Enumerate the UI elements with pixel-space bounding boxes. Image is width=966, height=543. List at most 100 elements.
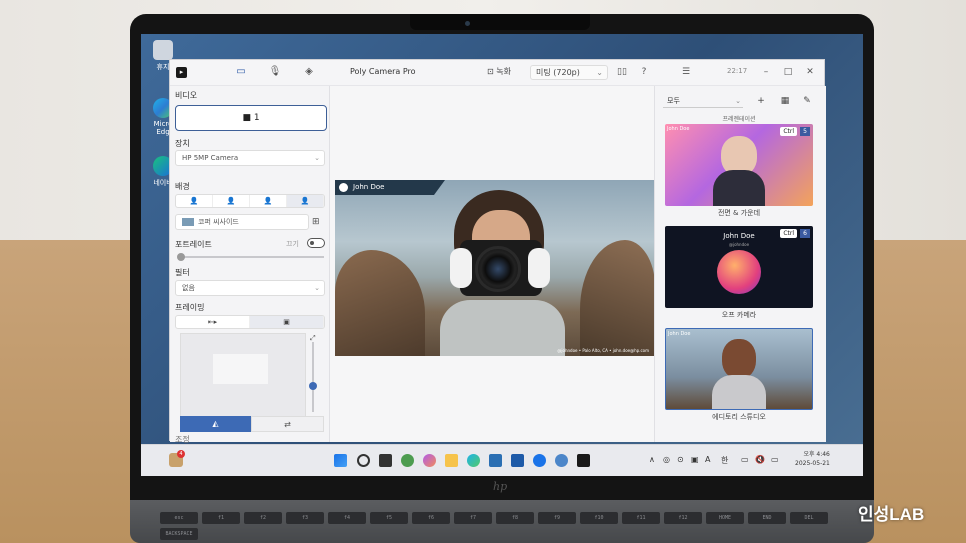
glove-left	[450, 248, 472, 288]
scene-tile-front[interactable]: John Doe Ctrl 5	[665, 124, 813, 206]
poly-camera-taskbar-icon[interactable]	[577, 454, 590, 467]
mirror-segment[interactable]: ◭ ⇄	[180, 416, 324, 432]
mirror-icon[interactable]: ◭	[180, 416, 251, 432]
help-icon[interactable]: ?	[638, 66, 650, 78]
background-image-dropdown[interactable]: 코퍼 씨사이드	[175, 214, 309, 230]
bg-image-icon[interactable]: 👤	[287, 195, 324, 207]
keyboard-key: f6	[412, 512, 450, 524]
start-icon[interactable]	[334, 454, 347, 467]
keyboard-key: f3	[286, 512, 324, 524]
background-thumbnail	[182, 218, 194, 226]
taskbar-clock[interactable]: 오후 4:46 2025-05-21	[795, 450, 830, 468]
shortcut-badge: Ctrl	[780, 229, 797, 238]
split-view-icon[interactable]: ▯▯	[616, 66, 628, 78]
portrait-slider[interactable]	[177, 253, 324, 261]
zoom-slider[interactable]	[309, 342, 317, 412]
edge-icon[interactable]	[467, 454, 480, 467]
tab-video[interactable]: ▭	[234, 66, 248, 78]
keyboard-key: f11	[622, 512, 660, 524]
settings-panel: 비디오 ■ 1 장치 HP 5MP Camera ⌄ 배경 👤 👤 👤 👤 코퍼 …	[170, 86, 330, 444]
app-logo-icon: ▸	[176, 67, 187, 78]
title-bar: ▸ ▭ 🎙 ◈ Poly Camera Pro ⊡ 녹화 미팅 (720p) ⌄…	[170, 60, 824, 86]
search-icon[interactable]	[357, 454, 370, 467]
name-tag-overlay: John Doe	[335, 180, 445, 195]
background-mode-segment[interactable]: 👤 👤 👤 👤	[175, 194, 325, 208]
notification-badge: 4	[177, 450, 185, 458]
video-source-select[interactable]: ■ 1	[175, 105, 327, 131]
scene-tag: John Doe	[668, 331, 691, 337]
portrait-toggle[interactable]	[307, 238, 325, 248]
tray-overflow-icon[interactable]: ∧	[649, 455, 655, 464]
bg-blur-strong-icon[interactable]: 👤	[250, 195, 287, 207]
device-label: 장치	[175, 139, 190, 148]
scene-tile-offcamera[interactable]: John Doe @johndoe Ctrl 6	[665, 226, 813, 308]
store-icon[interactable]	[489, 454, 502, 467]
framing-manual-icon[interactable]: ⇤▸	[176, 316, 250, 328]
preset-dropdown[interactable]: 미팅 (720p) ⌄	[530, 65, 608, 80]
hp-logo: ℎp	[493, 480, 508, 493]
windows-taskbar: 4 ∧ ◎ ⊙ ▣ A 한 ▭ 🔇 ▭ 오후 4:46 2025-05-21	[141, 444, 863, 476]
framing-auto-icon[interactable]: ▣	[250, 316, 324, 328]
scene-label: 에디토리 스튜디오	[712, 413, 766, 421]
scene-tile-studio[interactable]: John Doe	[665, 328, 813, 410]
recycle-bin-icon	[153, 40, 173, 60]
bg-blur-icon[interactable]: 👤	[213, 195, 250, 207]
bg-none-icon[interactable]: 👤	[176, 195, 213, 207]
glove-right	[528, 248, 550, 288]
camera-preview[interactable]: John Doe @johndoe • Palo Alto, CA • john…	[335, 180, 655, 356]
maximize-icon[interactable]: □	[782, 66, 794, 78]
add-scene-icon[interactable]: +	[755, 95, 767, 107]
framing-label: 프레이밍	[175, 303, 205, 312]
ime-indicator[interactable]: 한	[721, 455, 728, 466]
tab-layers[interactable]: ◈	[302, 66, 316, 78]
clock-time: 오후 4:46	[803, 451, 830, 458]
torso	[440, 300, 565, 356]
caption-overlay: @johndoe • Palo Alto, CA • john.doe@hp.c…	[557, 348, 649, 353]
help-app-icon[interactable]	[533, 454, 546, 467]
minimize-icon[interactable]: –	[760, 66, 772, 78]
framing-preview[interactable]	[180, 333, 306, 419]
framing-mode-segment[interactable]: ⇤▸ ▣	[175, 315, 325, 329]
volume-muted-icon[interactable]: 🔇	[755, 455, 765, 464]
copilot-icon[interactable]	[423, 454, 436, 467]
background-label: 배경	[175, 182, 190, 191]
file-explorer-icon[interactable]	[445, 454, 458, 467]
rotate-icon[interactable]: ⇄	[251, 416, 324, 432]
task-view-icon[interactable]	[379, 454, 392, 467]
record-button[interactable]: ⊡ 녹화	[487, 66, 511, 77]
keyboard-key: BACKSPACE	[160, 528, 198, 540]
settings-app-icon[interactable]	[555, 454, 568, 467]
network-icon[interactable]: ▭	[741, 455, 749, 464]
rock-left	[335, 250, 425, 356]
video-label: 비디오	[175, 91, 198, 100]
tray-photo-icon[interactable]: ▣	[691, 455, 699, 464]
slider-knob[interactable]	[177, 253, 185, 261]
device-dropdown[interactable]: HP 5MP Camera ⌄	[175, 150, 325, 166]
widgets-app-icon[interactable]	[401, 454, 414, 467]
keyboard-key: f7	[454, 512, 492, 524]
tray-font-icon[interactable]: A	[705, 455, 710, 464]
section-label: 프레젠테이션	[722, 116, 756, 123]
slider-knob[interactable]	[309, 382, 317, 390]
close-icon[interactable]: ✕	[804, 66, 816, 78]
watermark: 인성LAB	[858, 505, 925, 524]
tab-audio[interactable]: 🎙	[268, 66, 282, 78]
framing-window[interactable]	[213, 354, 268, 384]
hp-app-icon[interactable]	[511, 454, 524, 467]
keyboard-key: f12	[664, 512, 702, 524]
filter-dropdown[interactable]: 없음 ⌄	[175, 280, 325, 296]
add-image-icon[interactable]: ⊞	[312, 217, 320, 227]
scene-handle: @johndoe	[728, 242, 750, 247]
keyboard-key: f1	[202, 512, 240, 524]
tray-camera-icon[interactable]: ⊙	[677, 455, 684, 464]
battery-icon[interactable]: ▭	[771, 455, 779, 464]
profile-orb	[717, 250, 761, 294]
layout-icon[interactable]: ☰	[680, 66, 692, 78]
tray-app-icon[interactable]: ◎	[663, 455, 670, 464]
edit-icon[interactable]: ✎	[801, 95, 813, 107]
keyboard-key: f2	[244, 512, 282, 524]
play-icon	[339, 183, 348, 192]
grid-view-icon[interactable]: ▦	[779, 95, 791, 107]
scene-filter-dropdown[interactable]: 모두 ⌄	[663, 94, 743, 108]
scene-label: 전면 & 가운데	[717, 209, 761, 217]
